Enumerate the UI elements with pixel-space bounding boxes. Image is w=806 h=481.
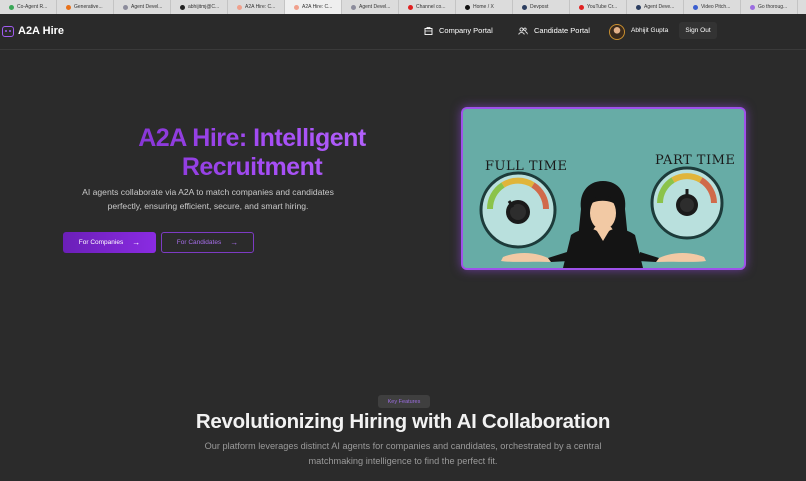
- favicon-icon: [123, 4, 128, 10]
- browser-tab[interactable]: YouTube Cr...: [570, 0, 627, 14]
- favicon-icon: [66, 4, 71, 10]
- browser-tab-strip: Co-Agent R... Generative... Agent Devel...…: [0, 0, 806, 15]
- browser-tab[interactable]: Video Pitch...: [684, 0, 741, 14]
- browser-tab-label: YouTube Cr...: [587, 4, 618, 10]
- part-time-gauge-icon: [650, 166, 724, 240]
- favicon-icon: [522, 4, 527, 10]
- top-navbar: A2A Hire Company Portal Candidate Portal…: [0, 14, 806, 50]
- browser-tab-label: Channel co...: [416, 4, 446, 10]
- favicon-icon: [237, 4, 242, 10]
- arrow-right-icon: →: [230, 238, 239, 247]
- company-portal-link[interactable]: Company Portal: [424, 26, 493, 35]
- browser-tab[interactable]: A2A Hire: C...: [228, 0, 285, 14]
- browser-tab[interactable]: Home / X: [456, 0, 513, 14]
- brand-logo[interactable]: A2A Hire: [2, 25, 64, 37]
- hero-title-line-1: A2A Hire: Intelligent: [138, 124, 366, 152]
- browser-tab[interactable]: Agent Deve...: [627, 0, 684, 14]
- hero-title-line-2: Recruitment: [181, 153, 323, 181]
- for-candidates-label: For Candidates: [176, 239, 222, 246]
- browser-tab[interactable]: Channel co...: [399, 0, 456, 14]
- favicon-icon: [750, 4, 755, 10]
- for-candidates-button[interactable]: For Candidates →: [161, 232, 254, 253]
- brand-name: A2A Hire: [18, 25, 65, 37]
- full-time-gauge-icon: [479, 171, 557, 249]
- browser-tab-label: Generative...: [74, 4, 103, 10]
- company-portal-label: Company Portal: [439, 26, 493, 35]
- for-companies-label: For Companies: [78, 239, 124, 246]
- favicon-icon: [9, 4, 14, 10]
- hero-title: A2A Hire: Intelligent Recruitment: [82, 124, 422, 182]
- favicon-icon: [351, 4, 356, 10]
- candidate-portal-link[interactable]: Candidate Portal: [518, 26, 590, 35]
- favicon-icon: [408, 4, 413, 10]
- hero-description: AI agents collaborate via A2A to match c…: [82, 187, 334, 211]
- favicon-icon: [636, 4, 641, 10]
- users-icon: [518, 26, 528, 35]
- favicon-icon: [294, 4, 299, 10]
- browser-tab[interactable]: Generative...: [57, 0, 114, 14]
- features-description: Our platform leverages distinct AI agent…: [204, 441, 602, 466]
- browser-tab-label: Devpost: [530, 4, 549, 10]
- favicon-icon: [180, 4, 185, 10]
- user-name: Abhijit Gupta: [631, 27, 669, 34]
- for-companies-button[interactable]: For Companies →: [63, 232, 156, 253]
- browser-tab-label: Agent Devel...: [359, 4, 391, 10]
- favicon-icon: [579, 4, 584, 10]
- arrow-right-icon: →: [132, 238, 141, 247]
- browser-tab[interactable]: Co-Agent R...: [0, 0, 57, 14]
- key-features-badge: Key Features: [378, 395, 430, 408]
- browser-tab[interactable]: A2A Hire: C...: [285, 0, 342, 14]
- building-icon: [424, 26, 433, 35]
- browser-tab-label: Co-Agent R...: [17, 4, 48, 10]
- user-avatar[interactable]: [609, 24, 625, 40]
- sign-out-button[interactable]: Sign Out: [679, 22, 717, 39]
- browser-tab-label: A2A Hire: C...: [302, 4, 333, 10]
- hero-illustration: FULL TIME PART TIME: [463, 109, 744, 268]
- browser-tab-label: A2A Hire: C...: [245, 4, 276, 10]
- features-title: Revolutionizing Hiring with AI Collabora…: [195, 410, 611, 433]
- browser-tab-label: Video Pitch...: [701, 4, 731, 10]
- browser-tab-label: Agent Deve...: [644, 4, 675, 10]
- candidate-portal-label: Candidate Portal: [534, 26, 590, 35]
- favicon-icon: [693, 4, 698, 10]
- hiring-illustration-svg: FULL TIME PART TIME: [463, 109, 744, 268]
- favicon-icon: [465, 4, 470, 10]
- robot-icon: [2, 25, 14, 37]
- full-time-label: FULL TIME: [485, 159, 567, 174]
- part-time-label: PART TIME: [655, 153, 735, 168]
- browser-tab-label: Go thoroug...: [758, 4, 788, 10]
- browser-tab[interactable]: Go thoroug...: [741, 0, 798, 14]
- browser-tab[interactable]: Agent Devel...: [342, 0, 399, 14]
- browser-tab-label: abhijitmj@C...: [188, 4, 220, 10]
- browser-tab[interactable]: Devpost: [513, 0, 570, 14]
- browser-tab-label: Agent Devel...: [131, 4, 163, 10]
- browser-tab[interactable]: Agent Devel...: [114, 0, 171, 14]
- browser-tab-label: Home / X: [473, 4, 494, 10]
- browser-tab[interactable]: abhijitmj@C...: [171, 0, 228, 14]
